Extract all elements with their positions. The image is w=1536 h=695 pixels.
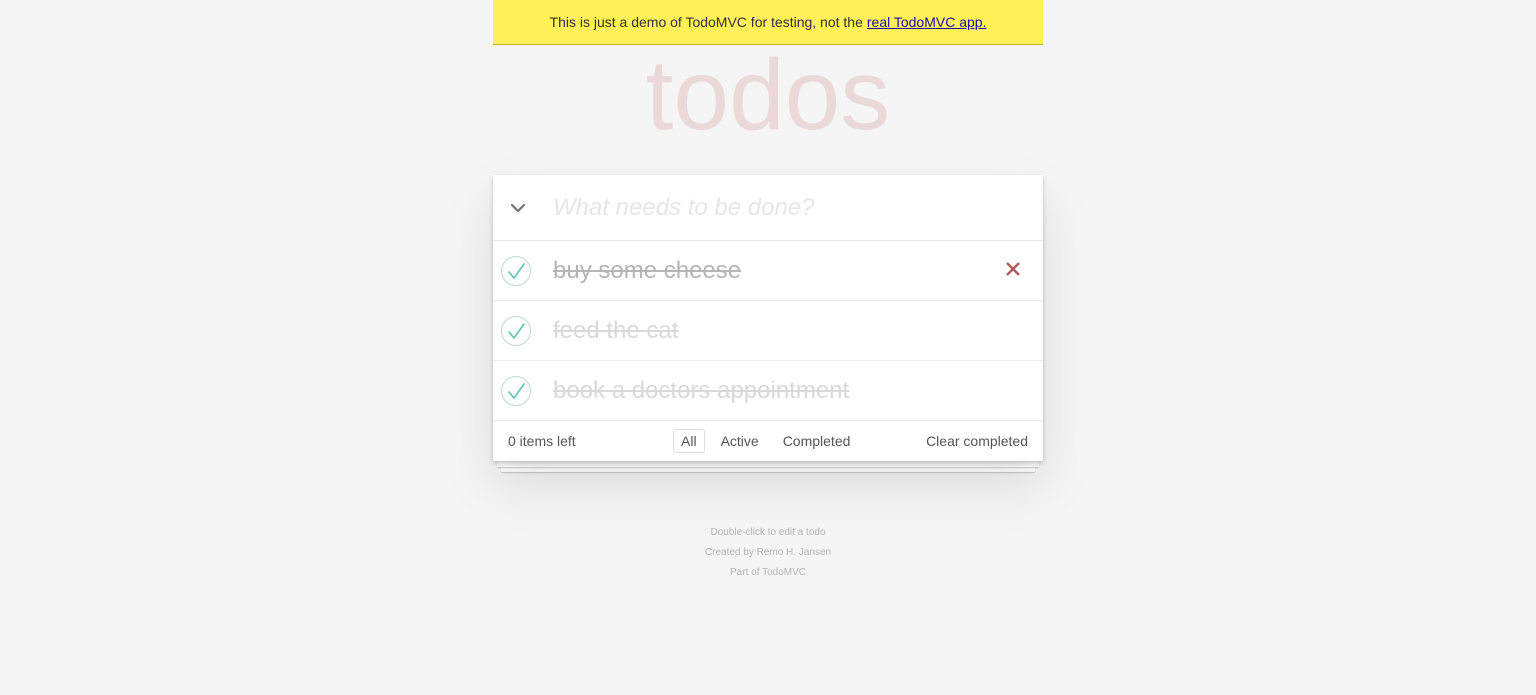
checkmark-icon <box>508 382 525 399</box>
app-title: todos <box>645 39 891 151</box>
checkmark-icon <box>508 262 525 279</box>
info-footer: Double-click to edit a todo Created by R… <box>493 523 1043 583</box>
filter-tabs: All Active Completed <box>673 429 858 453</box>
todo-footer: 0 items left All Active Completed Clear … <box>493 421 1043 461</box>
todo-list: buy some cheese feed the cat book a doct… <box>493 241 1043 421</box>
close-icon <box>1006 262 1020 276</box>
delete-todo-button[interactable] <box>1003 257 1023 281</box>
part-of-todomvc: Part of TodoMVC <box>730 567 806 578</box>
todo-checkbox[interactable] <box>501 315 531 346</box>
todo-item[interactable]: book a doctors appointment <box>493 361 1043 421</box>
filter-all[interactable]: All <box>673 429 705 453</box>
credits: Created by Remo H. Jansen <box>704 547 832 558</box>
filter-active[interactable]: Active <box>713 429 767 453</box>
new-todo-row <box>493 175 1043 241</box>
todo-checkbox[interactable] <box>501 255 531 286</box>
todo-checkbox[interactable] <box>501 375 531 406</box>
edit-hint: Double-click to edit a todo <box>710 527 826 538</box>
checkmark-icon <box>508 322 525 339</box>
real-todomvc-link[interactable]: real TodoMVC app. <box>867 14 987 30</box>
items-left-count: 0 items left <box>508 433 576 449</box>
clear-completed-button[interactable]: Clear completed <box>926 433 1028 449</box>
new-todo-input[interactable] <box>543 175 1043 240</box>
chevron-down-icon <box>510 203 526 212</box>
todo-app: buy some cheese feed the cat <box>493 175 1043 461</box>
todo-label[interactable]: feed the cat <box>553 317 678 345</box>
todo-label[interactable]: book a doctors appointment <box>553 377 849 405</box>
todo-item[interactable]: feed the cat <box>493 301 1043 361</box>
banner-text: This is just a demo of TodoMVC for testi… <box>549 14 863 30</box>
todo-label[interactable]: buy some cheese <box>553 257 741 285</box>
filter-completed[interactable]: Completed <box>775 429 859 453</box>
todo-item[interactable]: buy some cheese <box>493 241 1043 301</box>
toggle-all-button[interactable] <box>493 175 543 240</box>
